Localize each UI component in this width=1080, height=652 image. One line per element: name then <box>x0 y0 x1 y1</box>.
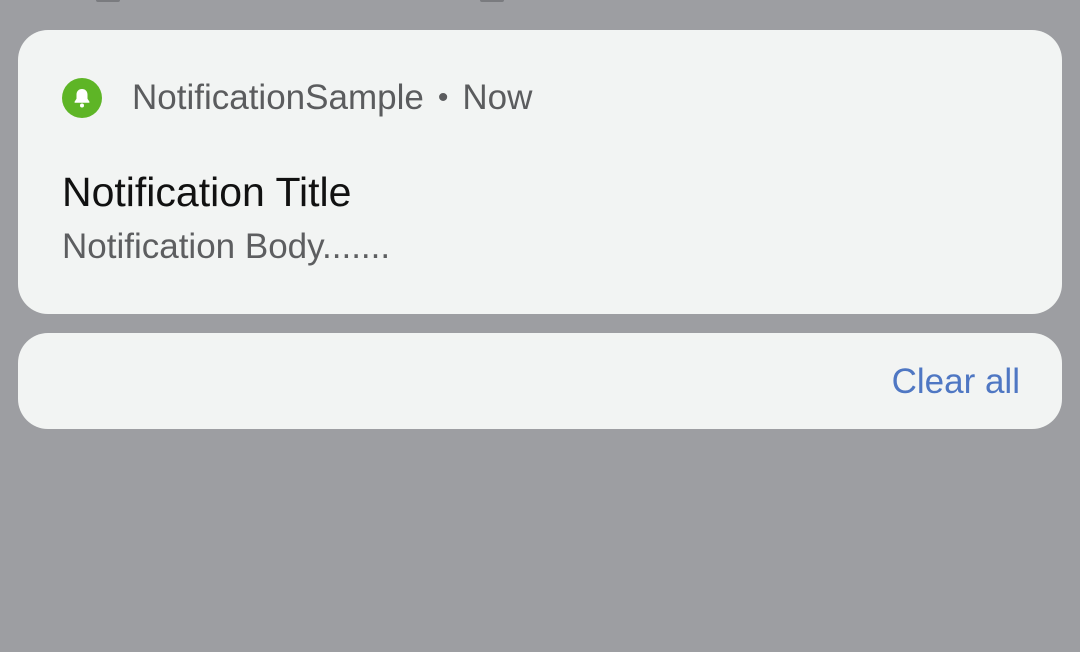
bell-icon <box>62 78 102 118</box>
notification-header: NotificationSample • Now <box>62 78 532 118</box>
notification-body: Notification Body....... <box>62 227 391 266</box>
separator-dot: • <box>437 81 449 114</box>
status-edge-left <box>96 0 120 2</box>
notification-card[interactable]: NotificationSample • Now Notification Ti… <box>18 30 1062 314</box>
notification-title: Notification Title <box>62 169 352 215</box>
status-edge-right <box>480 0 504 2</box>
clear-all-button[interactable]: Clear all <box>892 361 1020 403</box>
app-name: NotificationSample <box>132 78 424 117</box>
timestamp: Now <box>462 78 533 117</box>
notification-actions-card: Clear all <box>18 333 1062 429</box>
